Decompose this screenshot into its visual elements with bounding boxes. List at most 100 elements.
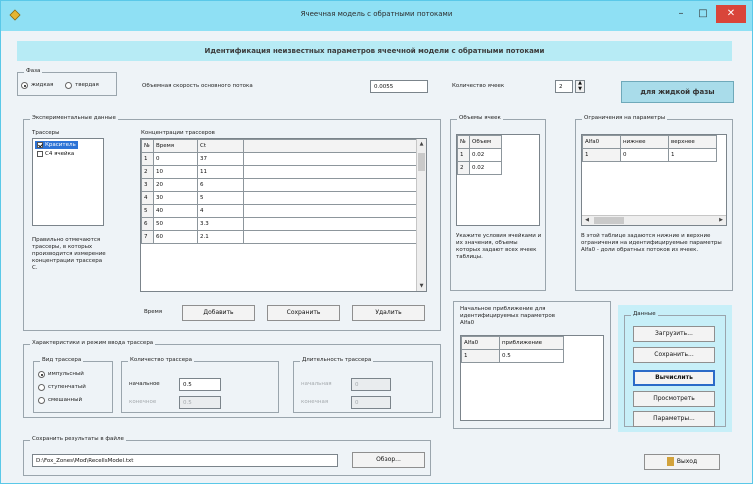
scroll-thumb[interactable] (594, 217, 624, 224)
scroll-right-icon[interactable]: ▶ (716, 216, 726, 225)
scroll-left-icon[interactable]: ◀ (582, 216, 592, 225)
phase-liquid-radio[interactable] (21, 82, 28, 89)
concentration-cell[interactable]: 11 (197, 165, 244, 179)
time-cell[interactable]: 60 (153, 230, 198, 244)
concentration-scrollbar[interactable]: ▲ ▼ (416, 139, 426, 291)
concentration-table[interactable]: № Время Сt 1 0 37 2 10 11 3 20 6 4 30 5 5 40 4 6 50… (140, 138, 427, 292)
header-banner: Идентификация неизвестных параметров яче… (17, 41, 732, 61)
time-cell[interactable]: 20 (153, 178, 198, 192)
duration-end-input[interactable]: 0 (351, 396, 391, 409)
row-number: 3 (141, 178, 154, 192)
cell-count-spinner[interactable]: ▲ ▼ (575, 80, 585, 93)
table-row[interactable]: 4 30 5 (141, 191, 417, 205)
table-row[interactable]: 1 0 37 (141, 152, 417, 166)
tracer-item[interactable]: С4 ячейка (35, 150, 76, 158)
duration-start-label: начальная (301, 381, 332, 387)
row-number: 1 (582, 148, 621, 162)
params-button[interactable]: Параметры... (633, 411, 715, 427)
save-results-legend: Сохранить результаты в файле (30, 436, 126, 442)
volumes-legend: Объемы ячеек (457, 115, 503, 121)
initial-quantity-input[interactable]: 0.5 (179, 378, 221, 391)
delete-button[interactable]: Удалить (352, 305, 425, 321)
time-cell[interactable]: 10 (153, 165, 198, 179)
maximize-button[interactable]: □ (694, 7, 712, 21)
table-row[interactable]: 5 40 4 (141, 204, 417, 218)
tracer-checkbox[interactable] (37, 141, 43, 148)
limits-table[interactable]: Alfa0 нижнее верхнее 101 ◀ ▶ (581, 134, 727, 226)
cell-count-label: Количество ячеек (452, 83, 505, 89)
approx-cell[interactable]: 0.5 (499, 349, 564, 363)
liquid-phase-button[interactable]: для жидкой фазы (621, 81, 734, 103)
browse-button[interactable]: Обзор... (352, 452, 425, 468)
concentration-cell[interactable]: 2.1 (197, 230, 244, 244)
scroll-down-icon[interactable]: ▼ (417, 281, 426, 291)
time-cell[interactable]: 30 (153, 191, 198, 205)
approx-table[interactable]: Alfa0 приближение 1 0.5 (460, 335, 604, 421)
cell-count-input[interactable]: 2 (555, 80, 573, 93)
view-button[interactable]: Просмотреть (633, 391, 715, 407)
table-row[interactable]: 2 10 11 (141, 165, 417, 179)
volumes-table[interactable]: № Объем 1 0.02 2 0.02 (456, 134, 540, 226)
volume-cell[interactable]: 0.02 (469, 148, 502, 162)
step-radio[interactable] (38, 384, 45, 391)
exit-button[interactable]: Выход (644, 454, 720, 470)
empty-cell (243, 191, 417, 205)
upper-limit-cell[interactable]: 1 (668, 148, 717, 162)
row-number: 6 (141, 217, 154, 231)
final-quantity-input[interactable]: 0.5 (179, 396, 221, 409)
table-row[interactable]: 1 0.02 (457, 148, 502, 162)
scroll-thumb[interactable] (418, 153, 425, 171)
mixed-radio[interactable] (38, 397, 45, 404)
concentration-cell[interactable]: 5 (197, 191, 244, 205)
minimize-button[interactable]: – (672, 7, 690, 21)
tracer-type-legend: Вид трассера (40, 357, 84, 363)
tracer-checkbox[interactable] (37, 150, 43, 157)
add-button[interactable]: Добавить (182, 305, 255, 321)
column-header: Сt (197, 139, 244, 153)
table-row[interactable]: 101 (582, 148, 717, 162)
column-header: Объем (469, 135, 502, 149)
volume-cell[interactable]: 0.02 (469, 161, 502, 175)
column-header: Время (153, 139, 198, 153)
time-cell[interactable]: 0 (153, 152, 198, 166)
save-row-button[interactable]: Сохранить (267, 305, 340, 321)
table-row[interactable]: 7 60 2.1 (141, 230, 417, 244)
limits-scrollbar[interactable]: ◀ ▶ (582, 215, 726, 225)
phase-liquid-label: жидкая (31, 82, 54, 88)
concentration-cell[interactable]: 37 (197, 152, 244, 166)
empty-cell (243, 217, 417, 231)
close-button[interactable]: ✕ (716, 5, 746, 23)
concentration-cell[interactable]: 3.3 (197, 217, 244, 231)
phase-solid-label: твердая (75, 82, 99, 88)
column-header: верхнее (668, 135, 717, 149)
concentration-cell[interactable]: 6 (197, 178, 244, 192)
scroll-up-icon[interactable]: ▲ (417, 139, 426, 149)
table-row[interactable]: 1 0.5 (461, 349, 564, 363)
table-row[interactable]: 3 20 6 (141, 178, 417, 192)
lower-limit-cell[interactable]: 0 (620, 148, 669, 162)
table-row[interactable]: 2 0.02 (457, 161, 502, 175)
exit-label: Выход (676, 458, 698, 465)
time-label: Время (144, 309, 163, 315)
impulse-radio[interactable] (38, 371, 45, 378)
phase-solid-radio[interactable] (65, 82, 72, 89)
tracer-listbox[interactable]: Краситель С4 ячейка (32, 138, 104, 226)
empty-cell (243, 165, 417, 179)
time-cell[interactable]: 40 (153, 204, 198, 218)
load-button[interactable]: Загрузить... (633, 326, 715, 342)
flow-rate-input[interactable]: 0.0055 (370, 80, 428, 93)
duration-end-label: конечная (301, 399, 329, 405)
save-data-button[interactable]: Сохранить... (633, 347, 715, 363)
initial-quantity-label: начальное (129, 381, 160, 387)
step-label: ступенчатый (48, 384, 86, 390)
row-number: 1 (457, 148, 470, 162)
table-row[interactable]: 6 50 3.3 (141, 217, 417, 231)
time-cell[interactable]: 50 (153, 217, 198, 231)
results-path-input[interactable]: D:\Fox_Zones\Mod\RecellsModel.txt (32, 454, 338, 467)
compute-button[interactable]: Вычислить (633, 370, 715, 386)
tracer-item[interactable]: Краситель (35, 141, 78, 149)
concentration-cell[interactable]: 4 (197, 204, 244, 218)
limits-legend: Ограничения на параметры (582, 115, 668, 121)
tracers-legend: Трассеры (32, 130, 60, 136)
duration-start-input[interactable]: 0 (351, 378, 391, 391)
